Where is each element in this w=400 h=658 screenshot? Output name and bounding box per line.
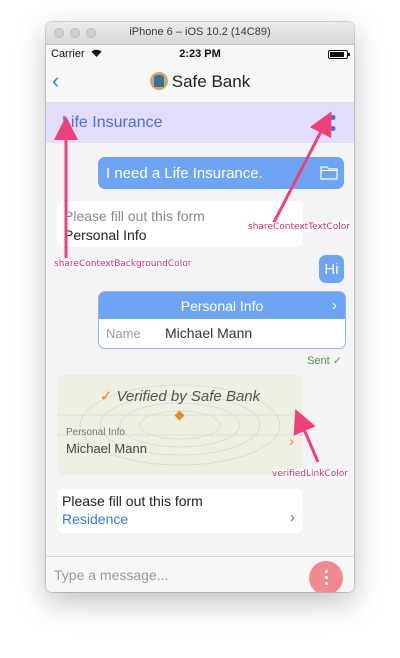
share-icon[interactable]	[320, 114, 338, 132]
chevron-right-icon: ›	[332, 297, 337, 314]
nav-title: Safe Bank	[46, 72, 354, 92]
status-bar: Carrier 2:23 PM	[46, 45, 354, 63]
message-list[interactable]: I need a Life Insurance. Please fill out…	[46, 143, 354, 556]
share-context-bar: Life Insurance	[46, 103, 354, 143]
form-request-link[interactable]: Residence	[62, 511, 128, 527]
verified-label: Personal Info	[66, 427, 125, 438]
phone-screen: Carrier 2:23 PM ‹ Safe Bank Life Insuran…	[46, 45, 354, 592]
composer	[46, 556, 354, 592]
annotation-label: verifiedLinkColor	[272, 469, 348, 479]
nav-bar: ‹ Safe Bank	[46, 63, 354, 103]
verified-title-text: Verified by Safe Bank	[116, 388, 261, 405]
sent-label: Sent	[307, 355, 330, 367]
verified-card[interactable]: ✓ Verified by Safe Bank Personal Info Mic…	[57, 375, 303, 475]
personal-info-header[interactable]: Personal Info ›	[99, 292, 345, 319]
message-input[interactable]	[54, 565, 254, 585]
outgoing-message[interactable]: Hi	[319, 255, 344, 283]
form-request-prompt: Please fill out this form	[64, 208, 205, 224]
annotation-label: shareContextBackgroundColor	[54, 259, 192, 269]
form-request-title: Personal Info	[64, 227, 147, 243]
verified-value: Michael Mann	[66, 441, 147, 456]
outgoing-message[interactable]: I need a Life Insurance.	[98, 157, 344, 189]
fab-dot	[325, 582, 328, 585]
fab-dot	[325, 570, 328, 573]
simulator-window: iPhone 6 – iOS 10.2 (14C89) Carrier 2:23…	[46, 22, 354, 592]
context-title: Life Insurance	[62, 114, 163, 131]
window-titlebar: iPhone 6 – iOS 10.2 (14C89)	[46, 22, 354, 45]
sent-status: Sent ✓	[307, 354, 342, 367]
checkmark-icon: ✓	[332, 355, 342, 367]
message-text: I need a Life Insurance.	[106, 165, 263, 182]
form-request-prompt: Please fill out this form	[62, 493, 203, 509]
personal-info-card[interactable]: Personal Info › Name Michael Mann	[98, 291, 346, 349]
fab-dot	[325, 576, 328, 579]
chevron-right-icon[interactable]: ›	[289, 433, 294, 450]
battery-icon	[328, 50, 350, 59]
field-value: Michael Mann	[165, 325, 253, 341]
safe-bank-logo	[149, 72, 168, 90]
verified-title: ✓ Verified by Safe Bank	[57, 387, 303, 405]
check-icon: ✓	[99, 388, 113, 405]
field-label: Name	[106, 326, 141, 341]
stage: iPhone 6 – iOS 10.2 (14C89) Carrier 2:23…	[0, 0, 400, 658]
nav-title-text: Safe Bank	[171, 72, 251, 91]
status-time: 2:23 PM	[179, 48, 221, 60]
folder-icon[interactable]	[320, 165, 338, 180]
message-text: Hi	[324, 261, 339, 278]
chevron-right-icon: ›	[290, 509, 295, 526]
annotation-label: shareContextTextColor	[248, 222, 350, 232]
window-title: iPhone 6 – iOS 10.2 (14C89)	[129, 26, 271, 38]
personal-info-title: Personal Info	[180, 298, 264, 314]
personal-info-row: Name Michael Mann	[99, 320, 345, 348]
more-vertical-icon[interactable]	[309, 561, 343, 592]
battery-level	[330, 52, 344, 57]
form-request-card[interactable]: Please fill out this form Residence ›	[57, 489, 303, 533]
